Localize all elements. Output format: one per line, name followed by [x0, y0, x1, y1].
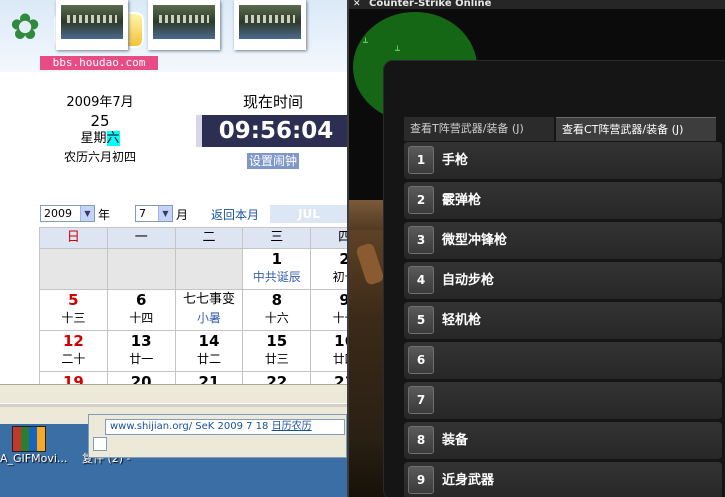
calendar-cell[interactable]: 七七事变 小暑 — [174, 289, 244, 331]
chevron-down-icon: ▼ — [158, 206, 172, 221]
weekday: 星期六 — [80, 131, 120, 146]
radar-marker: ┴ — [363, 38, 368, 47]
chevron-down-icon: ▼ — [80, 206, 94, 221]
weekday-header: 四 — [310, 227, 347, 249]
calendar-cell[interactable]: 1 中共诞辰 — [242, 248, 312, 290]
weapon-row-pistol[interactable]: 1 手枪 — [404, 142, 722, 179]
calendar-cell[interactable]: 6 十四 — [106, 289, 176, 331]
browser-pane: ✿ 猴岛 bbs.houdao.com 2009年7月 25 星期六 农历六月初… — [0, 0, 347, 497]
thumbnail-1[interactable] — [56, 0, 128, 50]
calendar-cell[interactable]: 13 廿一 — [106, 330, 176, 372]
lunar-date: 农历六月初四 — [63, 150, 136, 164]
month-unit: 月 — [176, 208, 189, 222]
back-to-month-link[interactable]: 返回本月 — [211, 206, 259, 223]
game-window-title: Counter-Strike Online — [369, 0, 492, 9]
weapon-row-equipment[interactable]: 8 装备 — [404, 422, 722, 459]
calendar-cell[interactable]: 2初十 — [310, 248, 347, 290]
calendar-cell[interactable]: 14 廿二 — [174, 330, 244, 372]
weekday-header: 日 — [39, 227, 108, 249]
calendar-cell — [174, 248, 244, 290]
weekday-header: 三 — [242, 227, 312, 249]
desktop-icon-label[interactable]: A_GIFMovi... — [0, 452, 67, 466]
weapon-row-rifle[interactable]: 4 自动步枪 — [404, 262, 722, 299]
year-unit: 年 — [98, 208, 111, 222]
calendar-cell[interactable]: 15 廿三 — [242, 330, 312, 372]
tab-t-weapons[interactable]: 查看T阵营武器/装备 (J) — [404, 117, 554, 141]
winrar-books-icon[interactable] — [12, 426, 46, 452]
weapon-row-shotgun[interactable]: 2 霰弹枪 — [404, 182, 722, 219]
browser-window[interactable]: www.shijian.org/ SeK 2009 7 18 日历农历 — [88, 414, 347, 458]
weapon-row-smg[interactable]: 3 微型冲锋枪 — [404, 222, 722, 259]
clock-label: 现在时间 — [242, 93, 303, 111]
clock-widget: 现在时间 09:56:04 设置闹钟 — [196, 92, 347, 169]
set-alarm-button[interactable]: 设置闹钟 — [246, 153, 299, 169]
player-boot — [355, 242, 385, 286]
palm-tree-icon: ✿ — [10, 7, 41, 48]
buy-menu: 查看T阵营武器/装备 (J) 查看CT阵营武器/装备 (J) 1 手枪 2 霰弹枪 … — [383, 60, 725, 497]
calendar-cell[interactable]: 8 十六 — [242, 289, 312, 331]
day-number: 25 — [90, 112, 110, 130]
weapon-row-7[interactable]: 7 — [404, 382, 722, 419]
weapon-row-6[interactable]: 6 — [404, 342, 722, 379]
calendar-cell[interactable]: 16廿四 — [310, 330, 347, 372]
address-bar[interactable]: www.shijian.org/ SeK 2009 7 18 日历农历 — [105, 419, 345, 435]
browser-page-icon — [93, 437, 107, 451]
weekday-header: 一 — [106, 227, 176, 249]
month-select[interactable]: 7 ▼ — [135, 205, 173, 222]
thumbnail-2[interactable] — [148, 0, 220, 50]
game-title-bar: ✕ Counter-Strike Online — [349, 0, 725, 9]
calendar-cell — [106, 248, 176, 290]
calendar-cell — [39, 248, 108, 290]
year-select[interactable]: 2009 ▼ — [40, 205, 95, 222]
tab-ct-weapons[interactable]: 查看CT阵营武器/装备 (J) — [556, 117, 716, 141]
calendar-cell[interactable]: 9十七 — [310, 289, 347, 331]
weapon-row-melee[interactable]: 9 近身武器 — [404, 462, 722, 497]
thumbnail-3[interactable] — [234, 0, 306, 50]
clock-time: 09:56:04 — [196, 115, 347, 147]
date-display: 2009年7月 25 星期六 农历六月初四 — [40, 94, 160, 166]
weekday-header: 二 — [174, 227, 244, 249]
calendar-cell[interactable]: 12 二十 — [39, 330, 108, 372]
radar-marker: ┴ — [395, 46, 400, 55]
weapon-row-mg[interactable]: 5 轻机枪 — [404, 302, 722, 339]
month-english: JUL — [270, 205, 347, 223]
calendar-nav: 2009 ▼ 年 7 ▼ 月 返回本月 JUL — [40, 205, 347, 223]
year-month: 2009年7月 — [66, 95, 134, 110]
logo-url: bbs.houdao.com — [40, 56, 158, 70]
calendar-cell[interactable]: 5 十三 — [39, 289, 108, 331]
site-banner: ✿ 猴岛 bbs.houdao.com — [0, 0, 347, 72]
cs-logo-icon: ✕ — [353, 0, 361, 9]
game-pane: ✕ Counter-Strike Online ┴ ┴ ┴ 查看T阵营武器/装备… — [347, 0, 725, 497]
